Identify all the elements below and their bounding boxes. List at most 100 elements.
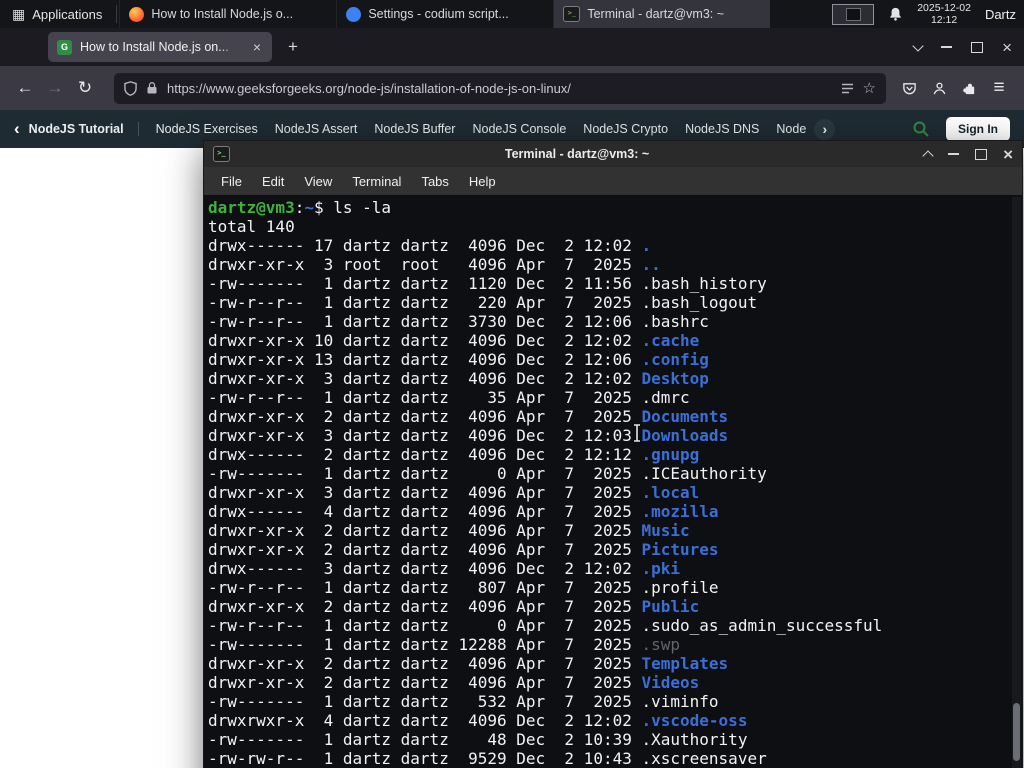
terminal-ls-line: drwxr-xr-x 3 dartz dartz 4096 Dec 2 12:0… bbox=[208, 426, 729, 445]
terminal-ls-line: drwxr-xr-x 2 dartz dartz 4096 Apr 7 2025… bbox=[208, 597, 700, 616]
extensions-puzzle-icon[interactable] bbox=[954, 73, 984, 103]
terminal-menu-tabs[interactable]: Tabs bbox=[411, 170, 458, 193]
clock-date: 2025-12-02 bbox=[917, 2, 971, 14]
browser-close-button[interactable]: × bbox=[1002, 39, 1012, 56]
taskbar-item-browser[interactable]: How to Install Node.js o... bbox=[119, 0, 336, 28]
terminal-ls-line: -rw-rw-r-- 1 dartz dartz 9529 Dec 2 10:4… bbox=[208, 749, 767, 768]
gfg-nav-item-5[interactable]: NodeJS Console bbox=[472, 122, 566, 136]
terminal-ls-line: drwxr-xr-x 13 dartz dartz 4096 Dec 2 12:… bbox=[208, 350, 709, 369]
terminal-window-title: Terminal - dartz@vm3: ~ bbox=[504, 147, 650, 161]
terminal-window: >_ Terminal - dartz@vm3: ~ × File Edit Vie… bbox=[203, 140, 1023, 768]
menu-hamburger-icon[interactable]: ≡ bbox=[984, 73, 1014, 103]
browser-toolbar: ← → ↻ https://www.geeksforgeeks.org/node… bbox=[0, 66, 1024, 110]
terminal-ls-line: drwxr-xr-x 10 dartz dartz 4096 Dec 2 12:… bbox=[208, 331, 700, 350]
gfg-nav-item-2[interactable]: NodeJS Exercises bbox=[156, 122, 258, 136]
terminal-total-line: total 140 bbox=[208, 217, 295, 236]
terminal-ls-line: -rw-r--r-- 1 dartz dartz 3730 Dec 2 12:0… bbox=[208, 312, 709, 331]
workspace-window-icon bbox=[845, 7, 861, 21]
tab-close-button[interactable]: × bbox=[251, 38, 263, 56]
terminal-ls-line: -rw-r--r-- 1 dartz dartz 220 Apr 7 2025 … bbox=[208, 293, 758, 312]
forward-button[interactable]: → bbox=[40, 73, 70, 103]
terminal-ls-line: drwxr-xr-x 3 dartz dartz 4096 Apr 7 2025… bbox=[208, 483, 700, 502]
terminal-ls-line: drwxr-xr-x 3 dartz dartz 4096 Dec 2 12:0… bbox=[208, 369, 709, 388]
nav-scroll-left-icon[interactable]: ‹ bbox=[14, 119, 20, 139]
terminal-output: dartz@vm3:~$ ls -la total 140 drwx------ 1… bbox=[208, 198, 1022, 768]
reader-mode-icon[interactable] bbox=[841, 82, 854, 95]
taskbar-item-label: How to Install Node.js o... bbox=[151, 7, 294, 21]
user-menu-button[interactable]: Dartz bbox=[985, 7, 1016, 22]
tracking-protection-shield-icon[interactable] bbox=[124, 80, 137, 96]
gfg-nav-item-6[interactable]: NodeJS Crypto bbox=[583, 122, 668, 136]
browser-tab[interactable]: G How to Install Node.js on... × bbox=[48, 32, 272, 62]
gfg-search-icon[interactable] bbox=[912, 120, 930, 138]
terminal-ls-line: drwxr-xr-x 2 dartz dartz 4096 Apr 7 2025… bbox=[208, 521, 690, 540]
new-tab-button[interactable]: + bbox=[280, 34, 306, 60]
applications-menu-button[interactable]: ▦ Applications bbox=[0, 0, 114, 28]
terminal-close-button[interactable]: × bbox=[1003, 146, 1013, 163]
list-tabs-chevron-icon[interactable] bbox=[912, 39, 924, 52]
terminal-maximize-button[interactable] bbox=[975, 148, 988, 160]
url-text: https://www.geeksforgeeks.org/node-js/in… bbox=[167, 80, 571, 96]
terminal-body[interactable]: dartz@vm3:~$ ls -la total 140 drwx------ 1… bbox=[204, 195, 1022, 768]
gfg-nav-item-4[interactable]: NodeJS Buffer bbox=[374, 122, 455, 136]
gfg-nav-item-3[interactable]: NodeJS Assert bbox=[275, 122, 358, 136]
firefox-icon bbox=[129, 6, 145, 22]
taskbar-item-settings[interactable]: Settings - codium script... bbox=[336, 0, 553, 28]
mouse-cursor-ibeam bbox=[631, 423, 643, 448]
terminal-prompt-line: dartz@vm3:~$ ls -la bbox=[208, 198, 392, 217]
lock-icon[interactable] bbox=[146, 81, 158, 95]
gfg-nav-item-1[interactable]: NodeJS Tutorial bbox=[29, 122, 139, 136]
sign-in-button[interactable]: Sign In bbox=[946, 117, 1010, 141]
terminal-ls-line: drwx------ 17 dartz dartz 4096 Dec 2 12:… bbox=[208, 236, 652, 255]
terminal-ls-line: -rw------- 1 dartz dartz 48 Dec 2 10:39 … bbox=[208, 730, 748, 749]
terminal-window-controls: × bbox=[922, 146, 1013, 163]
terminal-icon: >_ bbox=[563, 6, 581, 22]
taskbar-item-label: Terminal - dartz@vm3: ~ bbox=[587, 7, 725, 21]
terminal-menu-file[interactable]: File bbox=[211, 170, 252, 193]
account-icon[interactable] bbox=[924, 73, 954, 103]
terminal-ls-line: -rw------- 1 dartz dartz 0 Apr 7 2025 .I… bbox=[208, 464, 767, 483]
terminal-ls-line: -rw-r--r-- 1 dartz dartz 807 Apr 7 2025 … bbox=[208, 578, 719, 597]
bookmark-star-icon[interactable]: ☆ bbox=[863, 79, 876, 97]
terminal-menu-help[interactable]: Help bbox=[459, 170, 506, 193]
nav-scroll-right-icon[interactable]: › bbox=[814, 118, 836, 140]
terminal-ls-line: drwx------ 4 dartz dartz 4096 Apr 7 2025… bbox=[208, 502, 719, 521]
browser-minimize-button[interactable] bbox=[941, 46, 953, 48]
reload-button[interactable]: ↻ bbox=[70, 73, 100, 103]
terminal-menu-terminal[interactable]: Terminal bbox=[342, 170, 411, 193]
browser-maximize-button[interactable] bbox=[971, 41, 984, 53]
taskbar-item-label: Settings - codium script... bbox=[368, 7, 509, 21]
taskbar-item-terminal[interactable]: >_ Terminal - dartz@vm3: ~ bbox=[553, 0, 771, 28]
url-bar[interactable]: https://www.geeksforgeeks.org/node-js/in… bbox=[114, 72, 886, 104]
gfg-nav-list: NodeJS Tutorial NodeJS Exercises NodeJS As… bbox=[29, 122, 806, 136]
terminal-ls-line: -rw------- 1 dartz dartz 532 Apr 7 2025 … bbox=[208, 692, 719, 711]
terminal-menu-edit[interactable]: Edit bbox=[252, 170, 294, 193]
workspace-switcher[interactable] bbox=[832, 3, 875, 25]
tab-title: How to Install Node.js on... bbox=[80, 40, 229, 54]
pocket-icon[interactable] bbox=[894, 73, 924, 103]
gfg-nav-item-8[interactable]: Node bbox=[776, 122, 806, 136]
top-panel: ▦ Applications How to Install Node.js o.… bbox=[0, 0, 1024, 28]
terminal-ls-line: drwxr-xr-x 2 dartz dartz 4096 Apr 7 2025… bbox=[208, 407, 729, 426]
terminal-title-bar[interactable]: >_ Terminal - dartz@vm3: ~ × bbox=[204, 141, 1022, 167]
notifications-button[interactable] bbox=[888, 6, 903, 22]
terminal-ls-line: drwx------ 3 dartz dartz 4096 Dec 2 12:0… bbox=[208, 559, 681, 578]
browser-tab-bar: G How to Install Node.js on... × + × bbox=[0, 28, 1024, 66]
terminal-rollup-button[interactable] bbox=[922, 150, 934, 162]
terminal-ls-line: drwxr-xr-x 2 dartz dartz 4096 Apr 7 2025… bbox=[208, 673, 700, 692]
terminal-ls-line: drwx------ 2 dartz dartz 4096 Dec 2 12:1… bbox=[208, 445, 700, 464]
terminal-menubar: File Edit View Terminal Tabs Help bbox=[204, 167, 1022, 195]
desktop: ▦ Applications How to Install Node.js o.… bbox=[0, 0, 1024, 768]
applications-label: Applications bbox=[32, 6, 103, 22]
terminal-ls-line: drwxr-xr-x 3 root root 4096 Apr 7 2025 .… bbox=[208, 255, 661, 274]
terminal-scrollbar[interactable] bbox=[1012, 197, 1021, 768]
terminal-menu-view[interactable]: View bbox=[294, 170, 342, 193]
panel-clock[interactable]: 2025-12-02 12:12 bbox=[917, 2, 971, 26]
back-button[interactable]: ← bbox=[10, 73, 40, 103]
bell-icon bbox=[890, 7, 901, 21]
terminal-ls-line: drwxr-xr-x 2 dartz dartz 4096 Apr 7 2025… bbox=[208, 540, 719, 559]
gfg-nav-item-7[interactable]: NodeJS DNS bbox=[685, 122, 759, 136]
terminal-scrollbar-thumb[interactable] bbox=[1013, 703, 1020, 761]
terminal-minimize-button[interactable] bbox=[948, 153, 960, 155]
terminal-ls-line: -rw-r--r-- 1 dartz dartz 0 Apr 7 2025 .s… bbox=[208, 616, 883, 635]
